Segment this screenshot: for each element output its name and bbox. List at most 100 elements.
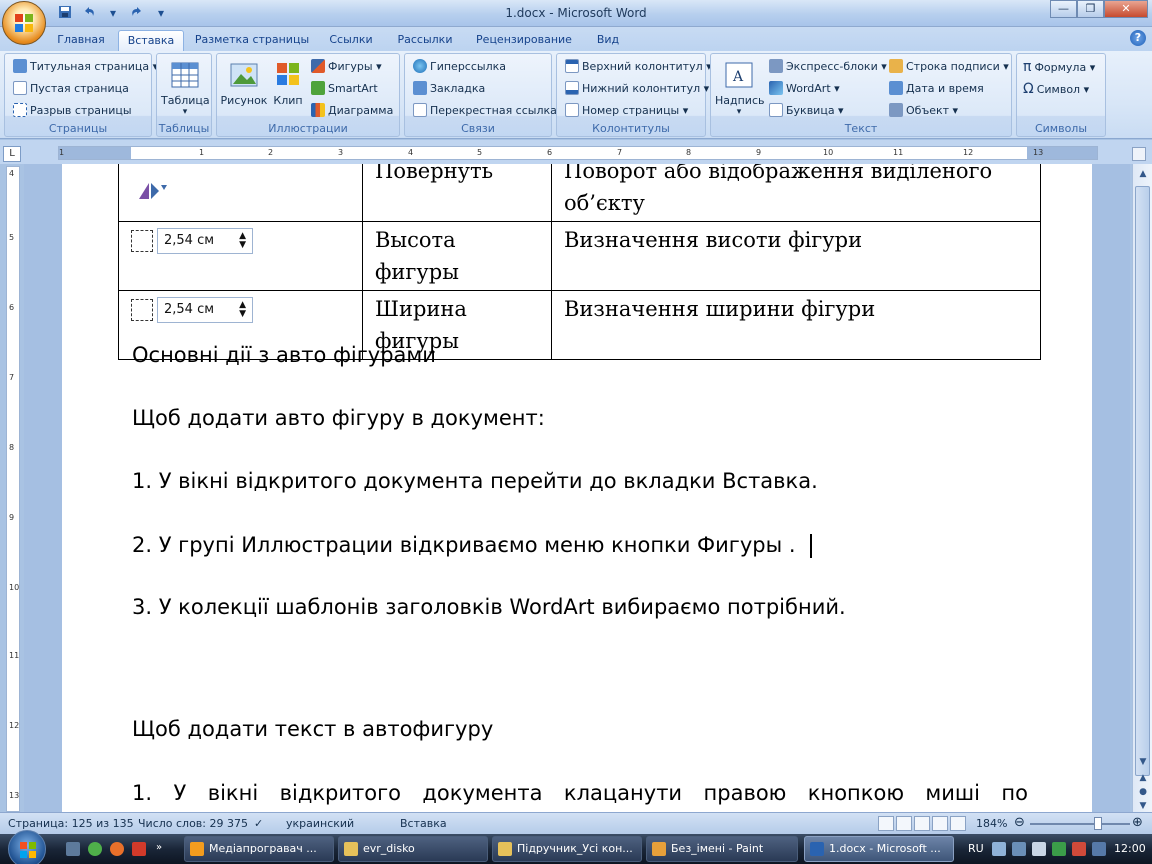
- language-indicator[interactable]: RU: [968, 842, 984, 855]
- opera-icon[interactable]: [132, 842, 146, 856]
- draft-view-button[interactable]: [950, 816, 966, 831]
- document-table[interactable]: Повернуть Поворот або відображення виділ…: [118, 164, 1041, 360]
- height-spinner[interactable]: 2,54 см ▲ ▼: [131, 228, 253, 254]
- language[interactable]: украинский: [286, 817, 354, 830]
- spin-arrows-icon[interactable]: ▲ ▼: [239, 232, 246, 250]
- smartart-button[interactable]: SmartArt: [311, 81, 378, 95]
- tab-mailings[interactable]: Рассылки: [390, 30, 460, 51]
- header-button[interactable]: Верхний колонтитул ▾: [565, 59, 712, 73]
- paragraph[interactable]: 2. У групі Иллюстрации відкриваємо меню …: [132, 533, 796, 557]
- mail-icon[interactable]: [110, 842, 124, 856]
- network-icon[interactable]: [1012, 842, 1026, 856]
- equation-button[interactable]: π Формула ▾: [1023, 59, 1095, 75]
- office-button[interactable]: [2, 1, 46, 45]
- taskbar-item-folder[interactable]: evr_disko: [338, 836, 488, 862]
- taskbar-item-textbook[interactable]: Підручник_Усі кон...: [492, 836, 642, 862]
- tray-app-icon[interactable]: [1092, 842, 1106, 856]
- insert-mode[interactable]: Вставка: [400, 817, 447, 830]
- tray-expand-icon[interactable]: [992, 842, 1006, 856]
- utorrent-icon[interactable]: [88, 842, 102, 856]
- tab-view[interactable]: Вид: [588, 30, 628, 51]
- start-button[interactable]: [8, 830, 46, 864]
- table-cell[interactable]: Визначення ширини фігури: [551, 290, 1041, 360]
- antivirus-icon[interactable]: [1052, 842, 1066, 856]
- paragraph[interactable]: Основні дії з авто фігурами: [132, 343, 436, 367]
- paragraph[interactable]: 1. У вікні відкритого документа перейти …: [132, 469, 818, 493]
- close-button[interactable]: ✕: [1104, 0, 1148, 18]
- full-screen-view-button[interactable]: [896, 816, 912, 831]
- zoom-slider[interactable]: [1030, 823, 1130, 825]
- zoom-level[interactable]: 184%: [976, 817, 1007, 830]
- zoom-in-icon[interactable]: ⊕: [1132, 815, 1143, 830]
- table-button[interactable]: Таблица ▾: [161, 60, 210, 117]
- shapes-button[interactable]: Фигуры ▾: [311, 59, 382, 73]
- paragraph[interactable]: 3. У колекції шаблонів заголовків WordAr…: [132, 595, 846, 619]
- scroll-down-icon[interactable]: ▼: [1135, 754, 1151, 770]
- blank-page-button[interactable]: Пустая страница: [13, 81, 129, 95]
- tab-insert[interactable]: Вставка: [118, 30, 184, 51]
- outline-view-button[interactable]: [932, 816, 948, 831]
- maximize-button[interactable]: ❐: [1077, 0, 1104, 18]
- taskbar-item-media-player[interactable]: Медіапрогравач ...: [184, 836, 334, 862]
- date-time-button[interactable]: Дата и время: [889, 81, 984, 95]
- tray-app-icon[interactable]: [1072, 842, 1086, 856]
- paragraph[interactable]: 1. У вікні відкритого документа клацанут…: [132, 781, 1028, 805]
- clip-button[interactable]: Клип: [271, 60, 305, 107]
- taskbar-item-word[interactable]: 1.docx - Microsoft ...: [804, 836, 954, 862]
- document-page[interactable]: Повернуть Поворот або відображення виділ…: [62, 164, 1092, 814]
- wordart-button[interactable]: WordArt ▾: [769, 81, 840, 95]
- cover-page-button[interactable]: Титульная страница ▾: [13, 59, 158, 73]
- paragraph[interactable]: Щоб додати текст в автофигуру: [132, 717, 493, 741]
- spin-arrows-icon[interactable]: ▲ ▼: [239, 301, 246, 319]
- scroll-thumb[interactable]: [1135, 186, 1150, 776]
- object-button[interactable]: Объект ▾: [889, 103, 958, 117]
- quicklaunch-expand-icon[interactable]: »: [156, 842, 170, 856]
- table-cell[interactable]: [118, 164, 363, 222]
- table-cell[interactable]: Поворот або відображення виділеного об’є…: [551, 164, 1041, 222]
- zoom-slider-thumb[interactable]: [1094, 817, 1102, 830]
- volume-icon[interactable]: [1032, 842, 1046, 856]
- text-box-button[interactable]: A Надпись ▾: [715, 60, 765, 117]
- footer-button[interactable]: Нижний колонтитул ▾: [565, 81, 709, 95]
- tab-review[interactable]: Рецензирование: [468, 30, 580, 51]
- print-layout-view-button[interactable]: [878, 816, 894, 831]
- tab-references[interactable]: Ссылки: [320, 30, 382, 51]
- page-count[interactable]: Страница: 125 из 135: [8, 817, 134, 830]
- table-cell[interactable]: Высота фигуры: [362, 221, 552, 291]
- picture-button[interactable]: Рисунок: [219, 60, 269, 107]
- document-area[interactable]: Повернуть Поворот або відображення виділ…: [24, 164, 1130, 814]
- table-cell[interactable]: 2,54 см ▲ ▼: [118, 221, 363, 291]
- bookmark-button[interactable]: Закладка: [413, 81, 485, 95]
- show-desktop-icon[interactable]: [66, 842, 80, 856]
- tab-page-layout[interactable]: Разметка страницы: [192, 30, 312, 51]
- table-cell[interactable]: Визначення висоти фігури: [551, 221, 1041, 291]
- paragraph[interactable]: Щоб додати авто фігуру в документ:: [132, 406, 545, 430]
- vertical-ruler[interactable]: 4 5 6 7 8 9 10 11 12 13: [6, 166, 20, 812]
- zoom-out-icon[interactable]: ⊖: [1014, 815, 1025, 830]
- cross-reference-button[interactable]: Перекрестная ссылка: [413, 103, 557, 117]
- page-break-button[interactable]: Разрыв страницы: [13, 103, 132, 117]
- horizontal-ruler[interactable]: 1 1 2 3 4 5 6 7 8 9 10 11 12 13: [58, 146, 1098, 160]
- drop-cap-button[interactable]: Буквица ▾: [769, 103, 844, 117]
- web-layout-view-button[interactable]: [914, 816, 930, 831]
- word-count[interactable]: Число слов: 29 375: [138, 817, 248, 830]
- table-cell[interactable]: Повернуть: [362, 164, 552, 222]
- chart-button[interactable]: Диаграмма: [311, 103, 393, 117]
- minimize-button[interactable]: —: [1050, 0, 1077, 18]
- tab-selector[interactable]: L: [3, 146, 21, 162]
- view-ruler-button[interactable]: [1132, 147, 1146, 161]
- tab-home[interactable]: Главная: [52, 30, 110, 51]
- taskbar-item-paint[interactable]: Без_імені - Paint: [646, 836, 798, 862]
- symbol-button[interactable]: Ω Символ ▾: [1023, 81, 1089, 97]
- omega-icon: Ω: [1023, 81, 1034, 97]
- vertical-scrollbar[interactable]: ▲ ▼ ▲ ● ▼: [1132, 164, 1152, 814]
- clock[interactable]: 12:00: [1114, 842, 1146, 855]
- page-number-button[interactable]: Номер страницы ▾: [565, 103, 688, 117]
- spellcheck-icon[interactable]: ✓: [254, 817, 263, 830]
- hyperlink-button[interactable]: Гиперссылка: [413, 59, 506, 73]
- signature-line-button[interactable]: Строка подписи ▾: [889, 59, 1009, 73]
- width-spinner[interactable]: 2,54 см ▲ ▼: [131, 297, 253, 323]
- scroll-up-icon[interactable]: ▲: [1135, 166, 1151, 182]
- quick-parts-button[interactable]: Экспресс-блоки ▾: [769, 59, 887, 73]
- help-icon[interactable]: ?: [1130, 30, 1146, 46]
